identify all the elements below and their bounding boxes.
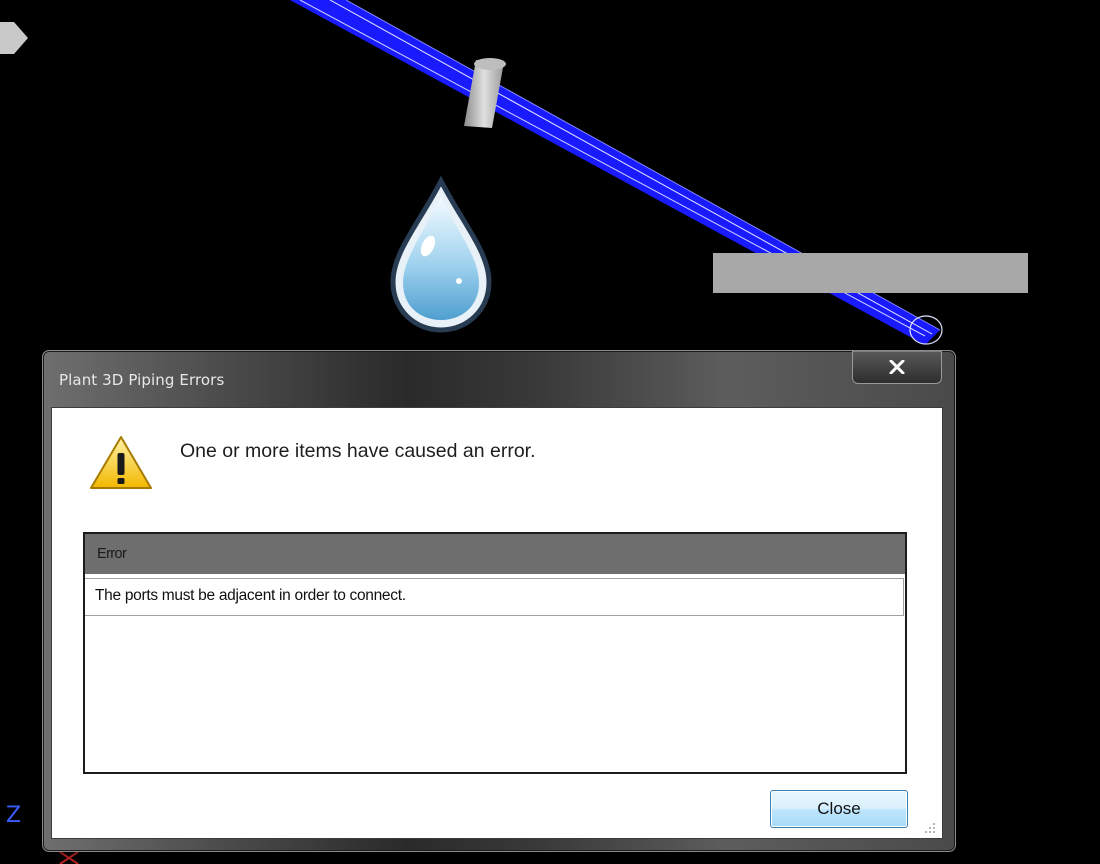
close-x-button[interactable] bbox=[852, 351, 942, 384]
blue-pipe[interactable] bbox=[290, 0, 943, 345]
piping-errors-dialog: Plant 3D Piping Errors One or more items… bbox=[42, 350, 956, 852]
close-icon bbox=[889, 360, 905, 374]
warning-icon bbox=[90, 436, 152, 489]
water-drop-icon bbox=[390, 175, 492, 333]
error-list[interactable]: Error The ports must be adjacent in orde… bbox=[83, 532, 907, 774]
viewport-label-bar bbox=[713, 253, 1028, 293]
error-message: One or more items have caused an error. bbox=[180, 440, 536, 462]
dialog-content: One or more items have caused an error. … bbox=[51, 407, 943, 839]
resize-grip[interactable] bbox=[922, 820, 936, 834]
error-column-header[interactable]: Error bbox=[85, 534, 905, 574]
dialog-title: Plant 3D Piping Errors bbox=[59, 371, 225, 389]
ucs-z-axis-label: Z bbox=[6, 803, 21, 828]
error-column-header-label: Error bbox=[97, 546, 127, 562]
list-item[interactable]: The ports must be adjacent in order to c… bbox=[85, 578, 904, 616]
list-item-text: The ports must be adjacent in order to c… bbox=[95, 587, 406, 604]
close-button[interactable]: Close bbox=[770, 790, 908, 828]
view-cube-arrow[interactable] bbox=[0, 22, 28, 54]
